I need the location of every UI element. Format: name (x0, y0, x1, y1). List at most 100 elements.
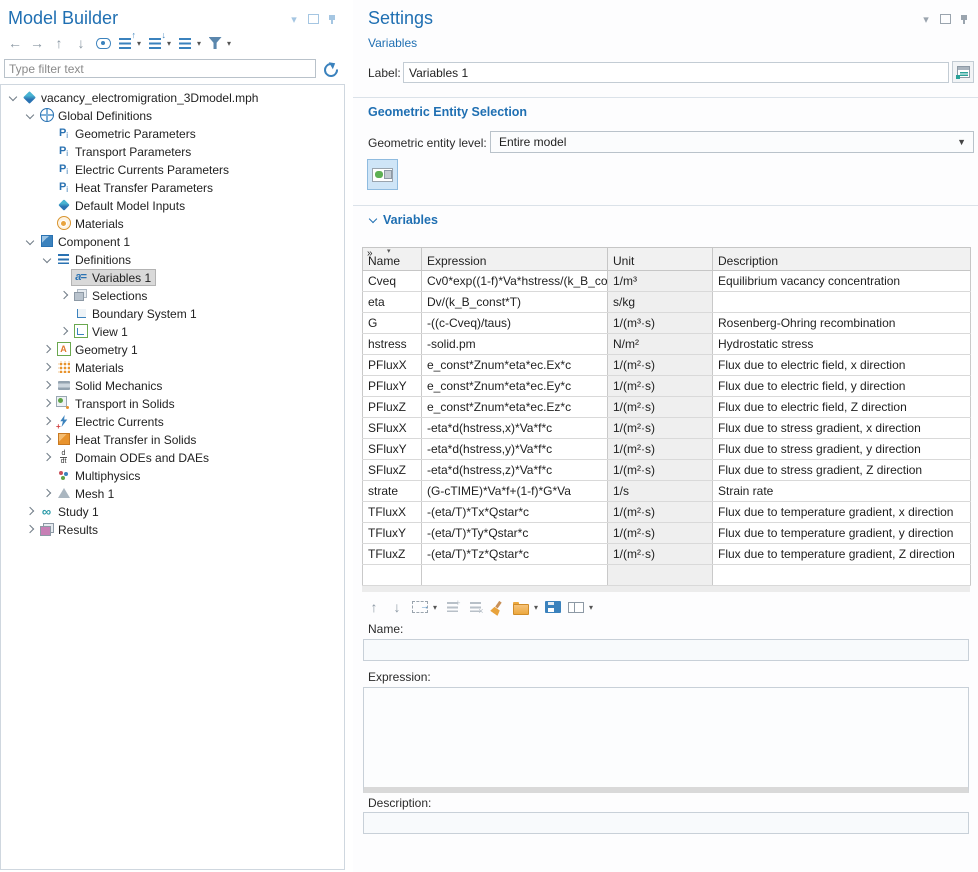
move-to-icon[interactable] (412, 601, 428, 613)
save-to-file-icon[interactable] (545, 601, 561, 613)
description-cell[interactable]: Equilibrium vacancy concentration (713, 271, 971, 292)
unit-cell[interactable]: 1/(m²·s) (608, 355, 713, 376)
name-cell[interactable]: SFluxX (363, 418, 422, 439)
model-tree-nodes-icon[interactable] (177, 34, 193, 52)
tree-item-mesh-1[interactable]: Mesh 1 (1, 484, 344, 502)
chevron-right-icon[interactable] (41, 415, 54, 428)
tree-item-default-model-inputs[interactable]: Default Model Inputs (1, 196, 344, 214)
unit-cell[interactable]: 1/(m²·s) (608, 397, 713, 418)
description-cell[interactable] (713, 565, 971, 586)
tree-item-component-1[interactable]: Component 1 (1, 232, 344, 250)
chevron-right-icon[interactable] (58, 289, 71, 302)
name-cell[interactable]: PFluxZ (363, 397, 422, 418)
chevron-right-icon[interactable] (41, 487, 54, 500)
tree-item-study-1[interactable]: Study 1 (1, 502, 344, 520)
load-from-file-icon[interactable] (513, 602, 529, 613)
column-header-unit[interactable]: Unit (608, 248, 713, 271)
description-cell[interactable]: Flux due to stress gradient, Z direction (713, 460, 971, 481)
name-cell[interactable] (363, 565, 422, 586)
tree-item-view-1[interactable]: View 1 (1, 322, 344, 340)
description-cell[interactable]: Strain rate (713, 481, 971, 502)
label-input[interactable] (403, 62, 949, 83)
tree-item-electric-currents[interactable]: Electric Currents (1, 412, 344, 430)
chevron-down-icon[interactable] (7, 91, 20, 104)
active-selection-toggle-button[interactable] (367, 159, 398, 190)
move-to-caret-icon[interactable]: ▾ (433, 603, 437, 612)
chevron-right-icon[interactable] (24, 523, 37, 536)
expression-cell[interactable]: -(eta/T)*Ty*Qstar*c (422, 523, 608, 544)
description-cell[interactable]: Flux due to electric field, Z direction (713, 397, 971, 418)
tree-item-materials[interactable]: Materials (1, 214, 344, 232)
float-panel-icon[interactable] (307, 13, 319, 25)
expression-cell[interactable]: -solid.pm (422, 334, 608, 355)
tree-item-variables-1[interactable]: Variables 1 (1, 268, 344, 286)
description-cell[interactable]: Flux due to temperature gradient, x dire… (713, 502, 971, 523)
unit-cell[interactable]: s/kg (608, 292, 713, 313)
move-row-down-icon[interactable]: ↓ (389, 598, 405, 616)
tree-item-boundary-system-1[interactable]: Boundary System 1 (1, 304, 344, 322)
pin-icon[interactable] (326, 13, 338, 25)
name-cell[interactable]: PFluxX (363, 355, 422, 376)
chevron-right-icon[interactable] (24, 505, 37, 518)
expression-cell[interactable]: Cv0*exp((1-f)*Va*hstress/(k_B_const*T)) (422, 271, 608, 292)
description-cell[interactable]: Rosenberg-Ohring recombination (713, 313, 971, 334)
name-cell[interactable]: TFluxX (363, 502, 422, 523)
load-caret-icon[interactable]: ▾ (534, 603, 538, 612)
unit-cell[interactable]: 1/m³ (608, 271, 713, 292)
expression-cell[interactable]: e_const*Znum*eta*ec.Ex*c (422, 355, 608, 376)
pin-icon[interactable] (958, 13, 970, 25)
unit-cell[interactable]: 1/(m²·s) (608, 460, 713, 481)
name-cell[interactable]: TFluxY (363, 523, 422, 544)
description-cell[interactable]: Flux due to temperature gradient, Z dire… (713, 544, 971, 565)
refresh-icon[interactable] (323, 62, 337, 76)
back-icon[interactable]: ← (7, 34, 23, 52)
unit-cell[interactable] (608, 565, 713, 586)
description-cell[interactable]: Flux due to electric field, y direction (713, 376, 971, 397)
unit-cell[interactable]: 1/(m²·s) (608, 544, 713, 565)
move-up-icon[interactable]: ↑ (51, 34, 67, 52)
expression-cell[interactable]: e_const*Znum*eta*ec.Ey*c (422, 376, 608, 397)
filter-icon[interactable] (207, 34, 223, 52)
clear-table-icon[interactable] (490, 601, 506, 614)
tree-item-solid-mechanics[interactable]: Solid Mechanics (1, 376, 344, 394)
panel-menu-icon[interactable] (920, 13, 932, 25)
name-input[interactable] (363, 639, 969, 661)
description-cell[interactable]: Flux due to stress gradient, y direction (713, 439, 971, 460)
name-cell[interactable]: SFluxZ (363, 460, 422, 481)
expression-input[interactable] (363, 687, 969, 793)
description-cell[interactable] (713, 292, 971, 313)
description-input[interactable] (363, 812, 969, 834)
unit-cell[interactable]: 1/(m²·s) (608, 502, 713, 523)
tree-item-vacancy-electromigration-3dmodel-mph[interactable]: vacancy_electromigration_3Dmodel.mph (1, 88, 344, 106)
chevron-down-icon[interactable] (24, 109, 37, 122)
column-header-description[interactable]: Description (713, 248, 971, 271)
tree-item-electric-currents-parameters[interactable]: Electric Currents Parameters (1, 160, 344, 178)
tree-item-transport-in-solids[interactable]: Transport in Solids (1, 394, 344, 412)
tree-item-domain-odes-and-daes[interactable]: Domain ODEs and DAEs (1, 448, 344, 466)
chevron-right-icon[interactable] (41, 451, 54, 464)
expression-cell[interactable]: e_const*Znum*eta*ec.Ez*c (422, 397, 608, 418)
chevron-right-icon[interactable] (41, 433, 54, 446)
tree-item-geometry-1[interactable]: Geometry 1 (1, 340, 344, 358)
geometric-entity-level-select[interactable]: Entire model ▼ (490, 131, 974, 153)
unit-cell[interactable]: 1/(m²·s) (608, 418, 713, 439)
table-horizontal-scrollbar[interactable] (362, 586, 970, 592)
name-cell[interactable]: strate (363, 481, 422, 502)
expression-cell[interactable]: -eta*d(hstress,z)*Va*f*c (422, 460, 608, 481)
chevron-down-icon[interactable] (24, 235, 37, 248)
name-cell[interactable]: SFluxY (363, 439, 422, 460)
show-icon[interactable] (95, 34, 111, 52)
chevron-right-icon[interactable] (41, 397, 54, 410)
tree-item-definitions[interactable]: Definitions (1, 250, 344, 268)
collapse-icon[interactable]: ↓ (147, 34, 163, 52)
expression-cell[interactable]: -(eta/T)*Tz*Qstar*c (422, 544, 608, 565)
expression-cell[interactable]: -((c-Cveq)/taus) (422, 313, 608, 334)
description-cell[interactable]: Flux due to electric field, x direction (713, 355, 971, 376)
chevron-right-icon[interactable] (41, 361, 54, 374)
unit-cell[interactable]: 1/s (608, 481, 713, 502)
column-header-expression[interactable]: Expression (422, 248, 608, 271)
collapse-caret-icon[interactable]: ▾ (167, 39, 171, 48)
tree-item-heat-transfer-in-solids[interactable]: Heat Transfer in Solids (1, 430, 344, 448)
description-cell[interactable]: Flux due to temperature gradient, y dire… (713, 523, 971, 544)
tree-item-materials[interactable]: Materials (1, 358, 344, 376)
